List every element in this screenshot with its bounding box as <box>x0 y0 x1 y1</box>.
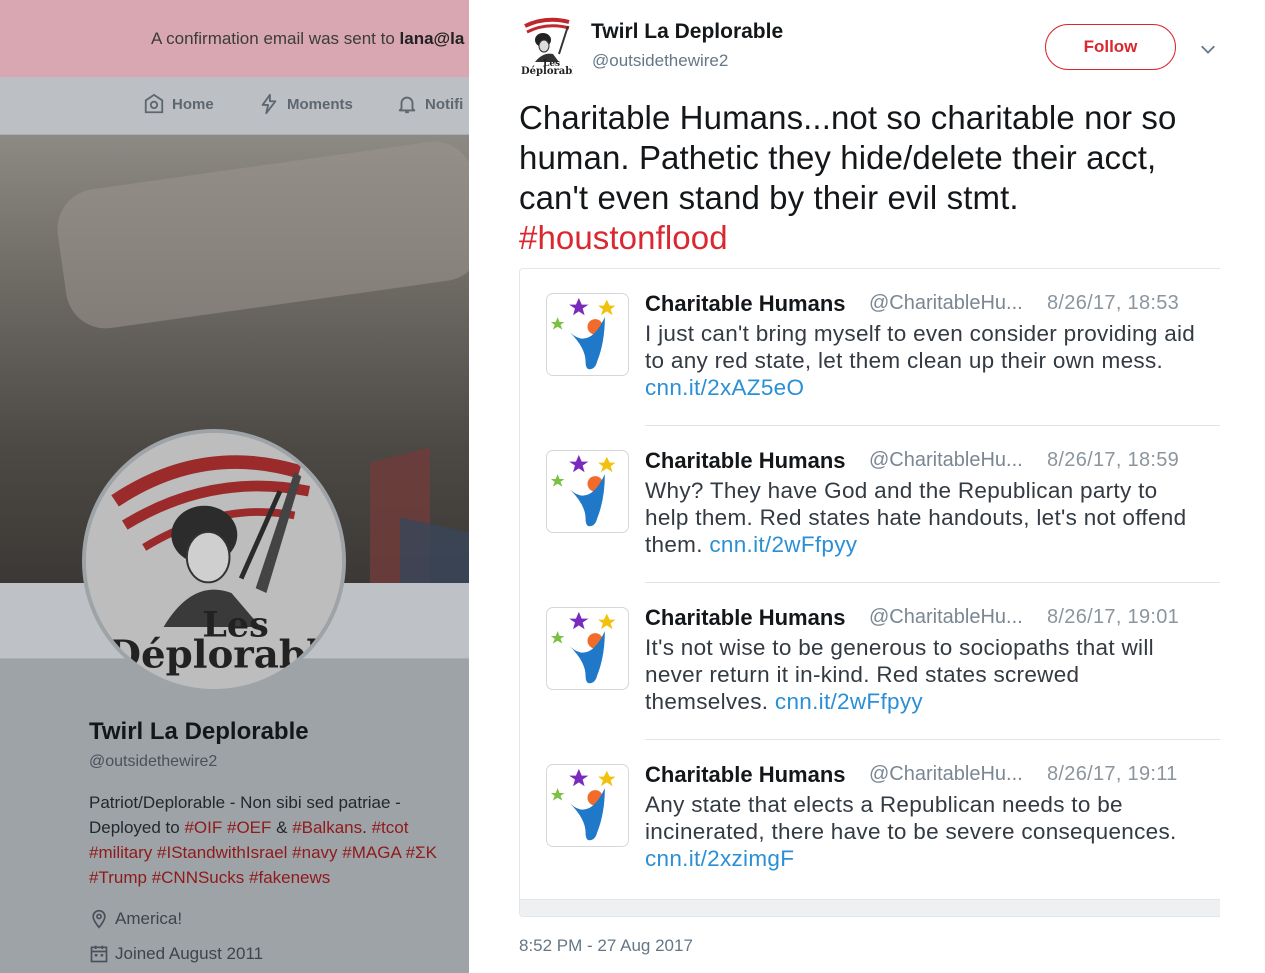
tweet-hashtag[interactable]: #houstonflood <box>519 219 728 256</box>
follow-button[interactable]: Follow <box>1045 24 1176 70</box>
hashtag-link[interactable]: #ΣΚ <box>406 843 437 862</box>
charitable-humans-logo-icon <box>550 611 616 684</box>
hashtag-link[interactable]: #Balkans <box>292 818 362 837</box>
embedded-tweet-time: 8/26/17, 18:59 <box>1047 449 1180 471</box>
charitable-humans-logo-icon <box>550 768 616 841</box>
tweet-author-name[interactable]: Twirl La Deplorable <box>591 20 783 44</box>
nav-notifications-label: Notifi <box>425 95 464 113</box>
embedded-tweet: Charitable Humans @CharitableHu... 8/26/17… <box>520 269 1220 426</box>
tweet-text: Charitable Humans...not so charitable no… <box>519 98 1219 258</box>
calendar-icon <box>90 945 108 963</box>
tweet-author-avatar[interactable]: Les Déplorable <box>521 16 582 77</box>
embedded-tweet-text: Any state that elects a Republican needs… <box>645 792 1177 871</box>
hashtag-link[interactable]: #MAGA <box>342 843 401 862</box>
embedded-tweet-text: Why? They have God and the Republican pa… <box>645 478 1187 557</box>
embedded-tweet-header: Charitable Humans @CharitableHu... 8/26/17… <box>645 605 1205 635</box>
embedded-tweet-header: Charitable Humans @CharitableHu... 8/26/17… <box>645 448 1205 478</box>
embedded-tweet-avatar <box>546 607 629 690</box>
profile-joined-text: Joined August 2011 <box>115 944 264 963</box>
embedded-tweet-name: Charitable Humans <box>645 762 846 787</box>
embedded-tweet-time: 8/26/17, 18:53 <box>1047 292 1180 314</box>
embedded-tweet-name: Charitable Humans <box>645 448 846 473</box>
profile-joined: Joined August 2011 <box>89 944 263 964</box>
nav-moments-label: Moments <box>287 95 353 113</box>
profile-location: America! <box>89 909 182 929</box>
profile-handle: @outsidethewire2 <box>89 753 218 770</box>
embedded-tweet-handle: @CharitableHu... <box>869 606 1023 628</box>
hashtag-link[interactable]: #OEF <box>227 818 271 837</box>
profile-location-text: America! <box>115 909 183 928</box>
nav-notifications[interactable]: Notifi <box>396 93 463 115</box>
embedded-tweet: Charitable Humans @CharitableHu... 8/26/17… <box>520 583 1220 740</box>
bell-icon <box>398 96 416 114</box>
embedded-tweet: Charitable Humans @CharitableHu... 8/26/17… <box>520 426 1220 583</box>
embedded-tweet-handle: @CharitableHu... <box>869 449 1023 471</box>
profile-bio: Patriot/Deplorable - Non sibi sed patria… <box>89 793 437 887</box>
tweet-media-image[interactable]: Charitable Humans @CharitableHu... 8/26/17… <box>519 268 1220 917</box>
tweet-timestamp[interactable]: 8:52 PM - 27 Aug 2017 <box>519 936 693 956</box>
nav-home-label: Home <box>172 95 214 113</box>
nav-home[interactable]: Home <box>143 93 214 115</box>
embedded-tweet: Charitable Humans @CharitableHu... 8/26/17… <box>520 740 1220 897</box>
hashtag-link[interactable]: #navy <box>292 843 337 862</box>
hashtag-link[interactable]: #CNNSucks <box>152 868 245 887</box>
hashtag-link[interactable]: #OIF <box>184 818 222 837</box>
embedded-tweet-header: Charitable Humans @CharitableHu... 8/26/17… <box>645 762 1205 792</box>
les-deplorable-logo-small: Les Déplorable <box>521 17 582 77</box>
charitable-humans-logo-icon <box>550 297 616 370</box>
embedded-tweet-name: Charitable Humans <box>645 291 846 316</box>
hashtag-link[interactable]: #Trump <box>89 868 147 887</box>
tweet-modal: Les Déplorable Twirl La Deplorable @outs… <box>469 0 1265 973</box>
svg-text:Déplorable: Déplorable <box>521 66 573 76</box>
hashtag-link[interactable]: #military <box>89 843 152 862</box>
confirmation-text: A confirmation email was sent to lana@la <box>151 29 465 48</box>
embedded-tweet-name: Charitable Humans <box>645 605 846 630</box>
hashtag-link[interactable]: #IStandwithIsrael <box>157 843 287 862</box>
media-footer <box>520 899 1220 916</box>
embedded-tweet-link: cnn.it/2wFfpyy <box>774 689 923 714</box>
embedded-tweet-text: It's not wise to be generous to sociopat… <box>645 635 1154 714</box>
embedded-tweet-handle: @CharitableHu... <box>869 292 1023 314</box>
profile-avatar[interactable]: Les Déplorable <box>82 429 346 693</box>
profile-name: Twirl La Deplorable <box>89 718 309 745</box>
embedded-tweet-time: 8/26/17, 19:01 <box>1047 606 1180 628</box>
embedded-tweet-link: cnn.it/2xAZ5eO <box>645 375 805 400</box>
charitable-humans-logo-icon <box>550 454 616 527</box>
embedded-tweet-handle: @CharitableHu... <box>869 763 1023 785</box>
embedded-tweet-avatar <box>546 450 629 533</box>
tweet-options-button[interactable] <box>1197 38 1219 60</box>
embedded-tweet-header: Charitable Humans @CharitableHu... 8/26/17… <box>645 291 1205 321</box>
hashtag-link[interactable]: #tcot <box>372 818 409 837</box>
tweet-body: Charitable Humans...not so charitable no… <box>519 99 1177 216</box>
chevron-down-icon <box>1201 45 1215 54</box>
tweet-author-handle[interactable]: @outsidethewire2 <box>592 51 728 71</box>
embedded-tweet-avatar <box>546 764 629 847</box>
lightning-icon <box>261 93 277 115</box>
les-deplorable-logo: Les Déplorable <box>86 433 342 689</box>
location-pin-icon <box>92 909 106 929</box>
confirmation-email: lana@la <box>399 29 465 48</box>
embedded-tweet-link: cnn.it/2wFfpyy <box>709 532 858 557</box>
embedded-tweet-avatar <box>546 293 629 376</box>
nav-moments[interactable]: Moments <box>258 93 353 115</box>
embedded-tweet-text: I just can't bring myself to even consid… <box>645 321 1196 400</box>
embedded-tweet-link: cnn.it/2xzimgF <box>645 846 795 871</box>
hashtag-link[interactable]: #fakenews <box>249 868 330 887</box>
embedded-tweet-time: 8/26/17, 19:11 <box>1047 763 1178 785</box>
home-icon <box>144 93 164 114</box>
